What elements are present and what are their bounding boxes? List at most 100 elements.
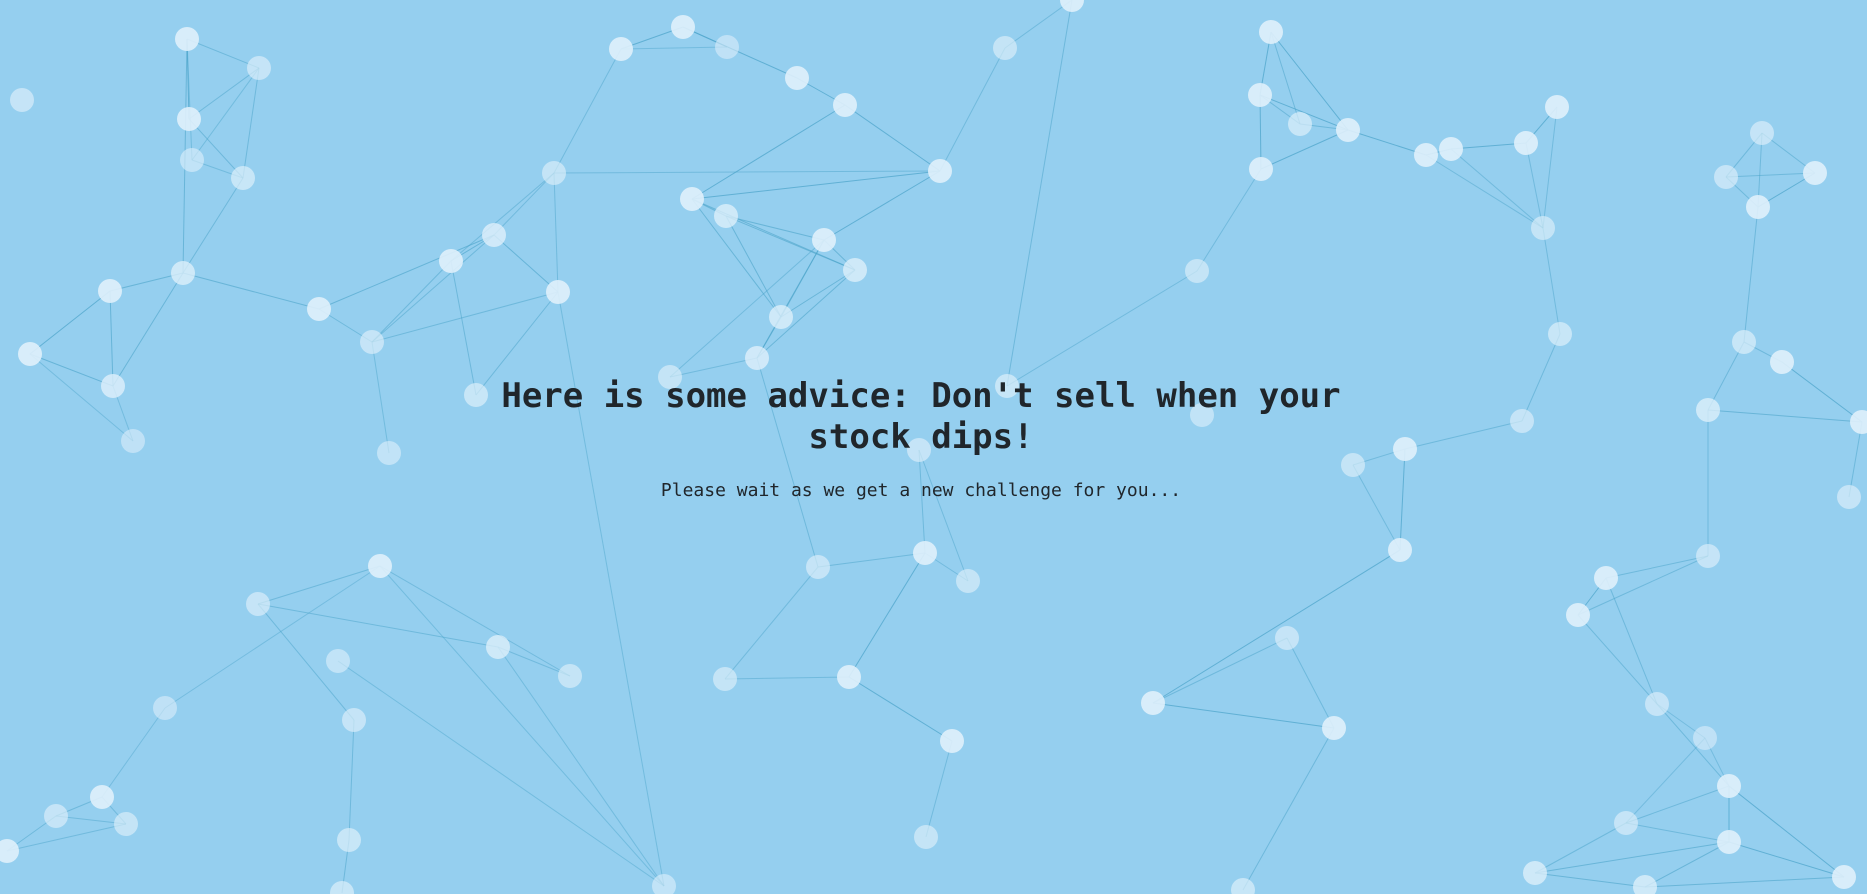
network-link (691, 170, 941, 200)
network-node (1750, 121, 1774, 145)
network-link (493, 172, 555, 236)
network-node (1803, 161, 1827, 185)
network-node (342, 708, 366, 732)
network-link (725, 215, 856, 271)
network-node (377, 441, 401, 465)
network-node (671, 15, 695, 39)
network-node (812, 228, 836, 252)
network-link (1196, 168, 1262, 272)
network-link (182, 272, 320, 310)
network-link (1399, 448, 1406, 551)
network-node (1717, 774, 1741, 798)
network-link (112, 272, 184, 387)
network-link (553, 48, 622, 174)
network-link (844, 104, 941, 172)
network-link (257, 565, 381, 605)
network-node (247, 56, 271, 80)
network-link (164, 565, 381, 709)
network-node (18, 342, 42, 366)
network-node (928, 159, 952, 183)
network-link (379, 565, 571, 677)
network-node (1696, 398, 1720, 422)
network-node (680, 187, 704, 211)
network-node (1414, 143, 1438, 167)
network-node (1693, 726, 1717, 750)
network-link (1152, 702, 1335, 729)
network-link (1006, 0, 1073, 387)
network-node (1231, 878, 1255, 894)
network-link (1728, 841, 1845, 878)
network-link (1152, 637, 1288, 704)
network-link (188, 67, 260, 120)
network-node (546, 280, 570, 304)
network-link (1152, 549, 1401, 704)
network-link (1004, 0, 1073, 49)
network-link (182, 177, 244, 274)
network-node (843, 258, 867, 282)
network-node (330, 881, 354, 894)
network-link (848, 552, 926, 678)
network-node (1439, 137, 1463, 161)
network-node (0, 839, 19, 863)
network-link (257, 603, 499, 648)
network-node (993, 36, 1017, 60)
network-link (1542, 227, 1561, 335)
network-node (542, 161, 566, 185)
network-node (1832, 865, 1856, 889)
network-node (1770, 350, 1794, 374)
network-node (1545, 95, 1569, 119)
network-node (44, 804, 68, 828)
network-node (806, 555, 830, 579)
network-node (1523, 861, 1547, 885)
network-link (1260, 129, 1349, 170)
network-node (175, 27, 199, 51)
network-link (682, 26, 798, 79)
network-node (1322, 716, 1346, 740)
network-link (348, 719, 355, 841)
network-node (180, 148, 204, 172)
network-node (368, 554, 392, 578)
network-node (482, 223, 506, 247)
network-node (1510, 409, 1534, 433)
network-link (1644, 876, 1845, 888)
network-link (823, 170, 941, 241)
network-node (1548, 322, 1572, 346)
network-link (1542, 106, 1558, 229)
network-link (1743, 206, 1759, 343)
network-node (785, 66, 809, 90)
network-node (769, 305, 793, 329)
network-node (171, 261, 195, 285)
network-node (714, 204, 738, 228)
network-link (553, 172, 559, 293)
network-node (1249, 157, 1273, 181)
network-node (913, 541, 937, 565)
network-link (1286, 637, 1335, 729)
network-link (371, 260, 452, 343)
network-node (1714, 165, 1738, 189)
network-node (558, 664, 582, 688)
network-node (940, 729, 964, 753)
network-link (1521, 333, 1561, 422)
network-link (1242, 727, 1335, 891)
network-link (497, 646, 665, 887)
network-node (1141, 691, 1165, 715)
network-node (1185, 259, 1209, 283)
network-node (1388, 538, 1412, 562)
network-node (1633, 875, 1657, 894)
network-node (98, 279, 122, 303)
network-link (1625, 785, 1730, 824)
network-node (1594, 566, 1618, 590)
network-link (379, 565, 665, 887)
network-link (101, 707, 166, 798)
network-link (371, 341, 390, 454)
network-node (1850, 410, 1867, 434)
network-node (1514, 131, 1538, 155)
network-node (1837, 485, 1861, 509)
network-node (1288, 112, 1312, 136)
network-link (1625, 737, 1706, 824)
network-link (186, 38, 193, 161)
network-node (837, 665, 861, 689)
network-node (246, 592, 270, 616)
network-link (1605, 577, 1658, 705)
network-node (326, 649, 350, 673)
